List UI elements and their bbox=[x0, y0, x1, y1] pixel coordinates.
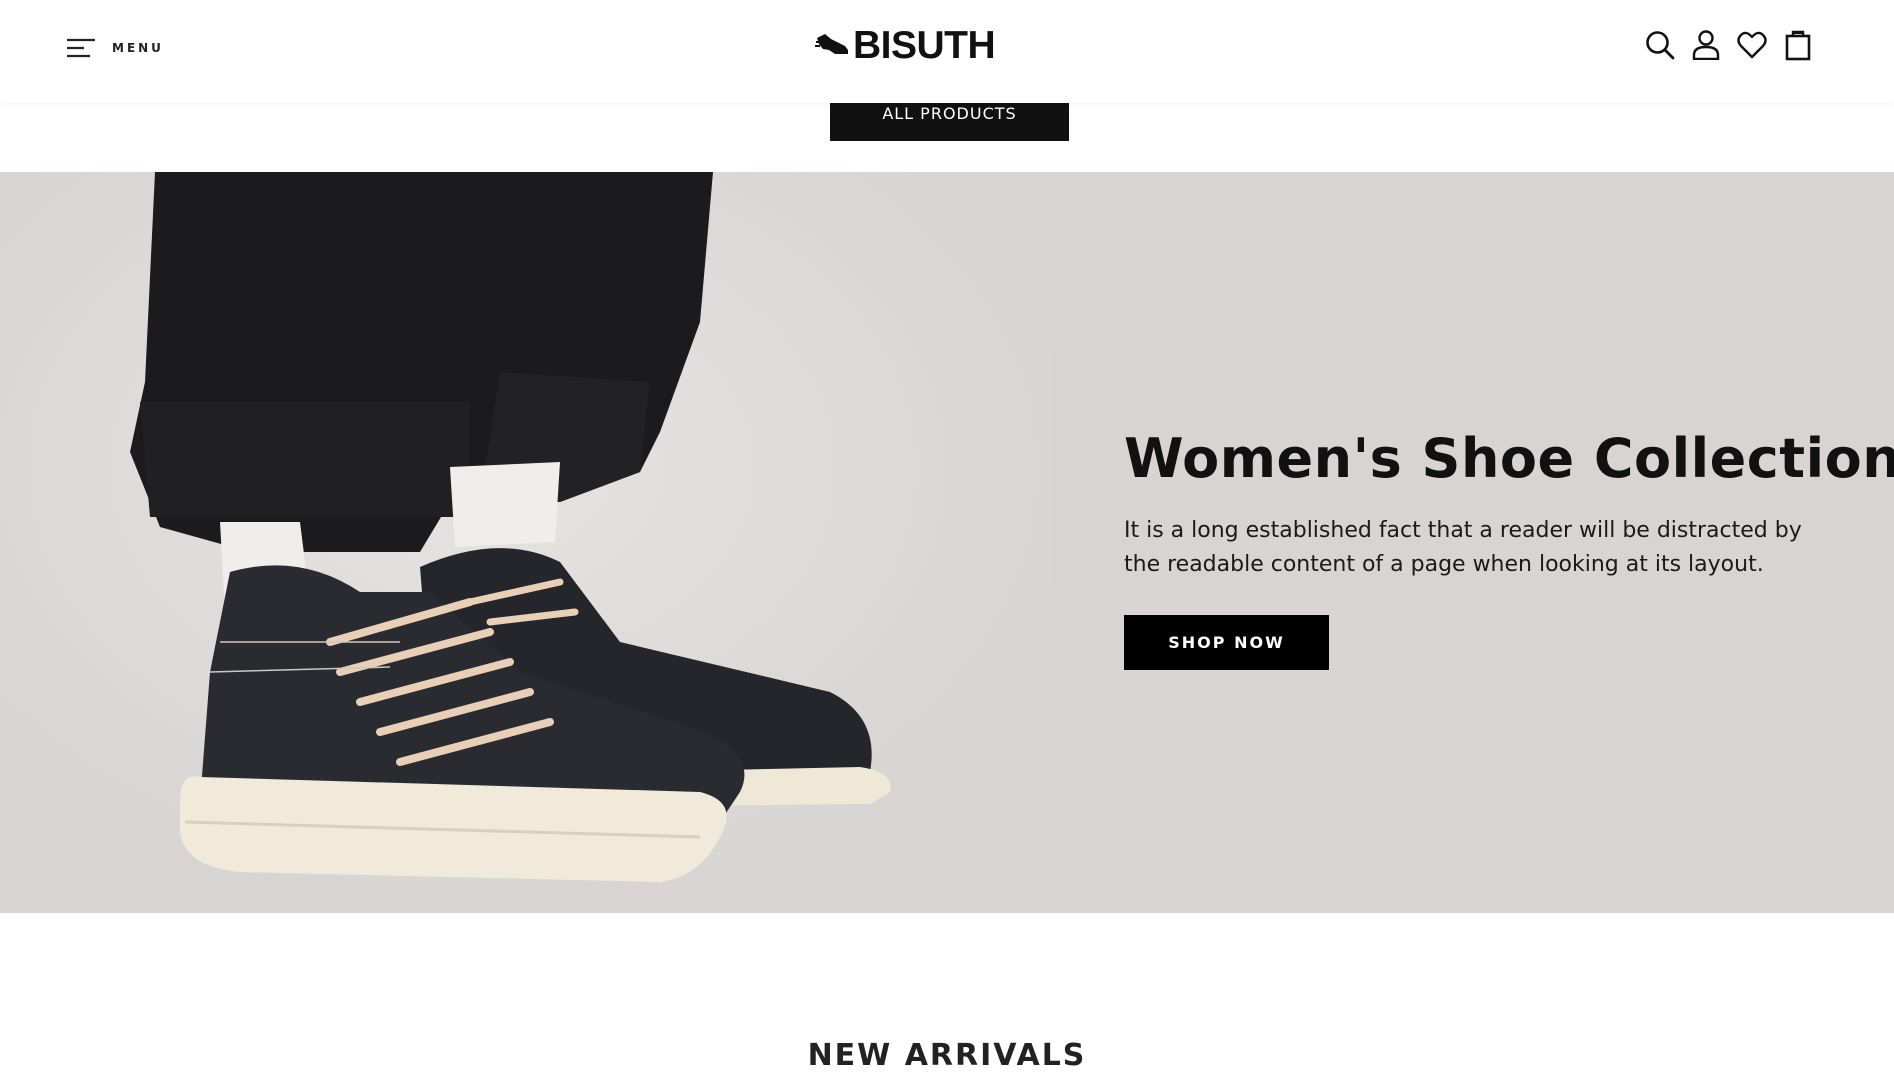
hero-title: Women's Shoe Collection bbox=[1124, 427, 1894, 490]
logo[interactable]: BISUTH bbox=[815, 24, 996, 68]
search-icon[interactable] bbox=[1644, 28, 1676, 62]
hero-content: Women's Shoe Collection It is a long est… bbox=[1124, 427, 1894, 670]
user-icon[interactable] bbox=[1690, 28, 1722, 62]
hero-sneaker-image bbox=[0, 172, 1050, 913]
menu-toggle[interactable]: MENU bbox=[66, 36, 164, 60]
menu-label: MENU bbox=[112, 41, 164, 55]
header-actions bbox=[1644, 28, 1814, 62]
bag-icon[interactable] bbox=[1782, 28, 1814, 62]
shoe-logo-icon bbox=[815, 30, 851, 63]
hamburger-icon bbox=[66, 38, 96, 58]
hero-banner: Women's Shoe Collection It is a long est… bbox=[0, 172, 1894, 913]
site-header: MENU BISUTH bbox=[0, 0, 1894, 103]
logo-text: BISUTH bbox=[853, 24, 996, 67]
shop-now-button[interactable]: SHOP NOW bbox=[1124, 615, 1329, 670]
hero-description: It is a long established fact that a rea… bbox=[1124, 518, 1802, 577]
heart-icon[interactable] bbox=[1736, 28, 1768, 62]
new-arrivals-title: NEW ARRIVALS bbox=[807, 1038, 1087, 1073]
